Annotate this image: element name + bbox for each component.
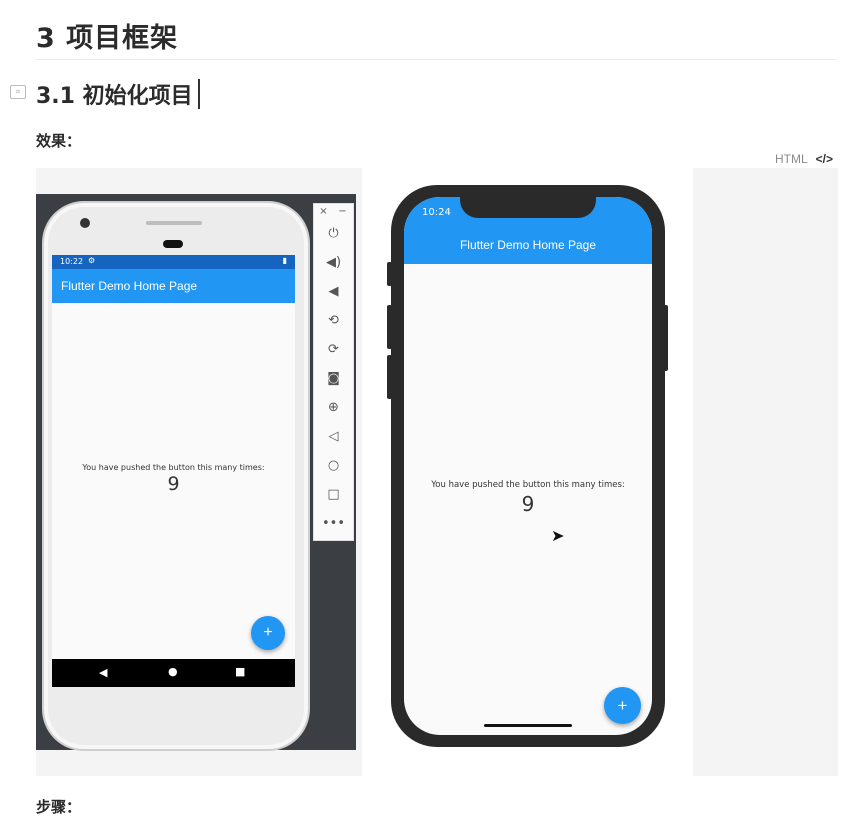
minimize-icon[interactable]: − [333, 206, 352, 217]
emulator-toolbar: × − ⏻ ◀) ◀ ⟲ ⟳ ◙ ⊕ ◁ ○ □ ••• [313, 203, 354, 541]
volume-down-icon[interactable]: ◀ [314, 284, 353, 299]
nav-recents-icon[interactable]: ■ [235, 665, 245, 678]
iphone-counter-message: You have pushed the button this many tim… [431, 480, 625, 490]
close-icon[interactable]: × [314, 206, 333, 217]
android-status-time: 10:22 [60, 257, 84, 266]
android-counter-value: 9 [167, 473, 180, 495]
android-status-bar: 10:22 ⚙ ▮ [52, 255, 295, 269]
iphone-counter-value: 9 [521, 492, 535, 516]
html-label: HTML [774, 152, 808, 166]
iphone-app-title: Flutter Demo Home Page [459, 238, 597, 252]
rotate-left-icon[interactable]: ⟲ [314, 313, 353, 328]
camera-icon[interactable]: ◙ [314, 371, 353, 386]
battery-icon: ▮ [282, 256, 287, 265]
settings-icon: ⚙ [88, 256, 96, 265]
image-panel-right [693, 168, 838, 776]
front-camera [80, 218, 90, 228]
earpiece [163, 240, 183, 248]
android-app-bar: Flutter Demo Home Page [52, 269, 295, 303]
overview-icon[interactable]: □ [314, 487, 353, 502]
home-icon[interactable]: ○ [314, 458, 353, 473]
html-block-toolbar[interactable]: HTML </> [775, 152, 833, 166]
android-app-title: Flutter Demo Home Page [61, 279, 198, 293]
back-icon[interactable]: ◁ [314, 429, 353, 444]
heading-divider [36, 59, 836, 60]
mouse-cursor-icon: ➤ [551, 526, 565, 545]
iphone-fab-button[interactable]: + [604, 687, 641, 724]
power-icon[interactable]: ⏻ [314, 226, 353, 241]
nav-back-icon[interactable]: ◀ [99, 666, 107, 679]
iphone-status-time: 10:24 [422, 207, 451, 218]
volume-up-icon[interactable]: ◀) [314, 255, 353, 270]
android-counter-message: You have pushed the button this many tim… [82, 463, 265, 472]
android-nav-bar: ◀ ● ■ [52, 659, 295, 687]
speaker-grille [146, 221, 202, 225]
effect-label: 效果： [36, 132, 82, 150]
android-fab-button[interactable]: + [251, 616, 285, 650]
section-heading: 3 项目框架 [36, 23, 179, 54]
nav-home-icon[interactable]: ● [168, 665, 178, 678]
code-toggle-icon[interactable]: </> [816, 152, 833, 166]
iphone-screen: 10:24 Flutter Demo Home Page You have pu… [404, 197, 652, 735]
steps-label: 步骤： [36, 798, 82, 816]
rotate-right-icon[interactable]: ⟳ [314, 342, 353, 357]
more-icon[interactable]: ••• [314, 516, 353, 531]
text-caret [198, 79, 200, 109]
subsection-heading[interactable]: 3.1 初始化项目 [36, 78, 193, 110]
zoom-icon[interactable]: ⊕ [314, 400, 353, 415]
block-handle-icon[interactable]: ⌗ [10, 85, 26, 99]
home-indicator [484, 724, 572, 727]
iphone-notch [460, 193, 596, 218]
